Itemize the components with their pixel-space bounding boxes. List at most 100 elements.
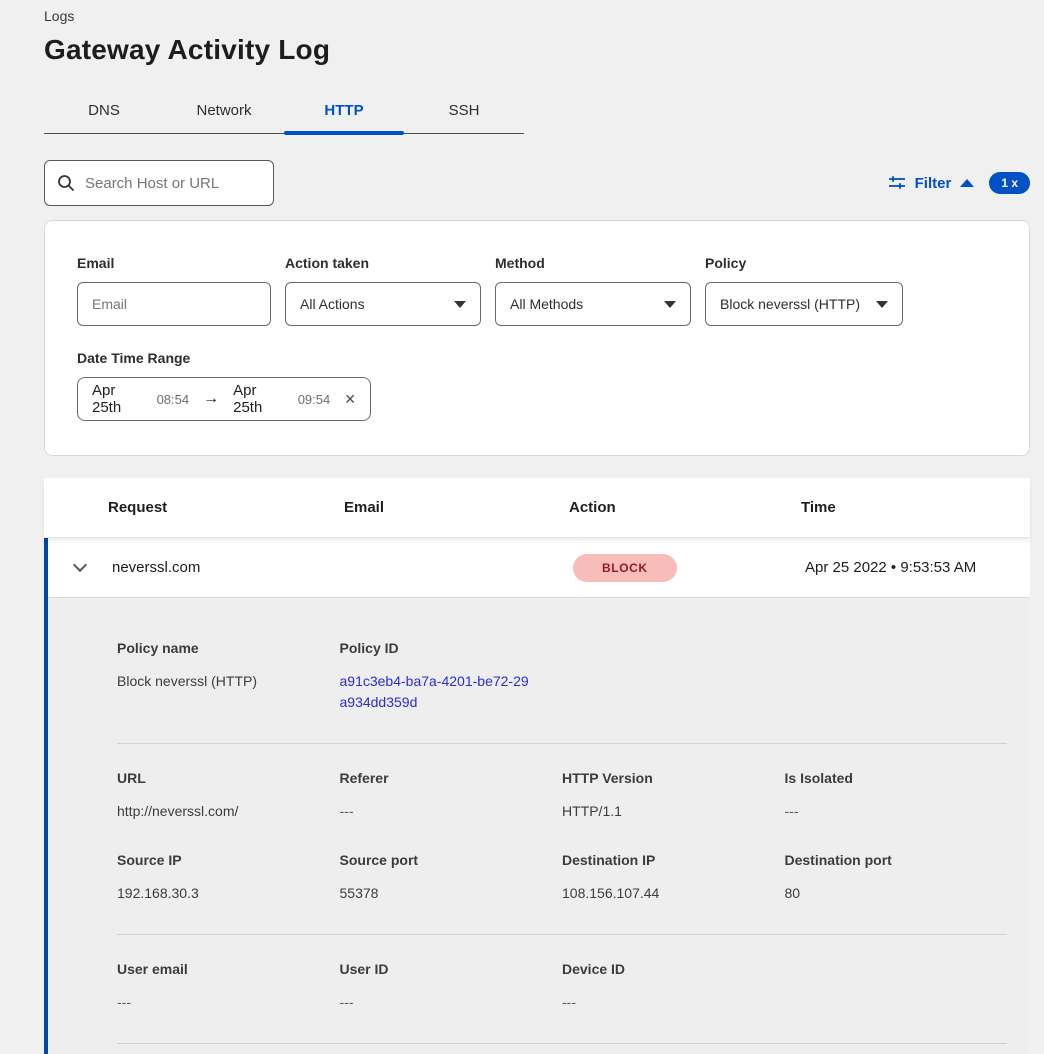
col-header-time: Time — [801, 499, 1030, 516]
date-range-picker[interactable]: Apr 25th 08:54 → Apr 25th 09:54 ✕ — [77, 377, 371, 421]
start-date: Apr 25th — [92, 382, 147, 416]
destination-port-label: Destination port — [785, 852, 1008, 868]
table-header-row: Request Email Action Time — [44, 478, 1030, 538]
search-box[interactable] — [44, 160, 274, 206]
date-time-range-label: Date Time Range — [77, 350, 997, 366]
url-value: http://neverssl.com/ — [117, 801, 340, 822]
http-version-item: HTTP Version HTTP/1.1 — [562, 770, 785, 822]
url-label: URL — [117, 770, 340, 786]
breadcrumb[interactable]: Logs — [44, 8, 1030, 24]
gateway-activity-page: Logs Gateway Activity Log DNS Network HT… — [0, 0, 1044, 1054]
filter-controls: Filter 1 x — [888, 172, 1030, 194]
row-expand-chevron-icon[interactable] — [73, 558, 87, 572]
method-value: All Methods — [510, 296, 583, 312]
device-id-label: Device ID — [562, 961, 785, 977]
tab-dns[interactable]: DNS — [44, 90, 164, 133]
method-label: Method — [495, 255, 691, 271]
expanded-row-container: neverssl.com BLOCK Apr 25 2022 • 9:53:53… — [44, 538, 1030, 1054]
policy-id-item: Policy ID a91c3eb4-ba7a-4201-be72-29a934… — [340, 640, 563, 713]
search-input[interactable] — [85, 175, 255, 192]
col-header-action: Action — [569, 499, 801, 516]
filter-panel: Email Action taken All Actions Method Al… — [44, 220, 1030, 456]
log-type-tabs: DNS Network HTTP SSH — [44, 90, 524, 134]
end-time: 09:54 — [298, 392, 331, 407]
chevron-down-icon — [664, 301, 676, 308]
user-section: User email --- User ID --- Device ID --- — [117, 935, 1007, 1044]
action-taken-value: All Actions — [300, 296, 365, 312]
referer-value: --- — [340, 801, 563, 822]
filter-toggle-button[interactable]: Filter — [915, 175, 952, 192]
search-icon — [57, 174, 75, 192]
chevron-down-icon — [454, 301, 466, 308]
table-row[interactable]: neverssl.com BLOCK Apr 25 2022 • 9:53:53… — [48, 538, 1030, 598]
source-ip-value: 192.168.30.3 — [117, 883, 340, 904]
end-date: Apr 25th — [233, 382, 288, 416]
is-isolated-value: --- — [785, 801, 1008, 822]
policy-id-link[interactable]: a91c3eb4-ba7a-4201-be72-29a934dd359d — [340, 671, 530, 713]
http-version-label: HTTP Version — [562, 770, 785, 786]
row-request: neverssl.com — [112, 559, 348, 576]
col-header-request: Request — [108, 499, 344, 516]
is-isolated-label: Is Isolated — [785, 770, 1008, 786]
action-taken-select[interactable]: All Actions — [285, 282, 481, 326]
collapse-caret-icon[interactable] — [960, 179, 974, 187]
destination-ip-label: Destination IP — [562, 852, 785, 868]
user-id-value: --- — [340, 992, 563, 1013]
clear-date-range-icon[interactable]: ✕ — [344, 391, 356, 408]
policy-field: Policy Block neverssl (HTTP) — [705, 255, 903, 326]
active-filter-count-badge: 1 x — [989, 172, 1030, 194]
source-ip-label: Source IP — [117, 852, 340, 868]
action-taken-field: Action taken All Actions — [285, 255, 481, 326]
policy-id-label: Policy ID — [340, 640, 563, 656]
page-title: Gateway Activity Log — [44, 34, 1030, 66]
method-field: Method All Methods — [495, 255, 691, 326]
email-filter-field: Email — [77, 255, 271, 326]
user-id-item: User ID --- — [340, 961, 563, 1013]
destination-port-item: Destination port 80 — [785, 852, 1008, 904]
row-time: Apr 25 2022 • 9:53:53 AM — [805, 559, 1030, 576]
activity-log-table: Request Email Action Time neverssl.com B… — [44, 478, 1030, 1054]
device-id-item: Device ID --- — [562, 961, 785, 1013]
referer-item: Referer --- — [340, 770, 563, 822]
action-block-badge: BLOCK — [573, 554, 677, 582]
referer-label: Referer — [340, 770, 563, 786]
request-details-section: URL http://neverssl.com/ Referer --- HTT… — [117, 744, 1007, 935]
policy-value: Block neverssl (HTTP) — [720, 296, 860, 312]
is-isolated-item: Is Isolated --- — [785, 770, 1008, 822]
col-header-email: Email — [344, 499, 569, 516]
source-ip-item: Source IP 192.168.30.3 — [117, 852, 340, 904]
chevron-down-icon — [876, 301, 888, 308]
source-port-item: Source port 55378 — [340, 852, 563, 904]
policy-name-label: Policy name — [117, 640, 340, 656]
destination-ip-item: Destination IP 108.156.107.44 — [562, 852, 785, 904]
device-id-value: --- — [562, 992, 785, 1013]
range-arrow-icon: → — [199, 390, 223, 408]
tab-ssh[interactable]: SSH — [404, 90, 524, 133]
destination-ip-value: 108.156.107.44 — [562, 883, 785, 904]
start-time: 08:54 — [157, 392, 190, 407]
tab-http[interactable]: HTTP — [284, 90, 404, 133]
user-email-item: User email --- — [117, 961, 340, 1013]
email-filter-input[interactable] — [92, 296, 256, 312]
policy-name-item: Policy name Block neverssl (HTTP) — [117, 640, 340, 713]
toolbar: Filter 1 x — [44, 160, 1030, 206]
filter-sliders-icon — [888, 175, 906, 191]
source-port-label: Source port — [340, 852, 563, 868]
date-time-range-field: Date Time Range Apr 25th 08:54 → Apr 25t… — [77, 350, 997, 421]
user-id-label: User ID — [340, 961, 563, 977]
policy-label: Policy — [705, 255, 903, 271]
user-email-label: User email — [117, 961, 340, 977]
row-details-panel: Policy name Block neverssl (HTTP) Policy… — [48, 598, 1030, 1054]
user-email-value: --- — [117, 992, 340, 1013]
tab-network[interactable]: Network — [164, 90, 284, 133]
method-select[interactable]: All Methods — [495, 282, 691, 326]
policy-section: Policy name Block neverssl (HTTP) Policy… — [117, 620, 1007, 744]
details-footer: View domain details in Radar → — [117, 1044, 1007, 1054]
http-version-value: HTTP/1.1 — [562, 801, 785, 822]
email-filter-label: Email — [77, 255, 271, 271]
policy-select[interactable]: Block neverssl (HTTP) — [705, 282, 903, 326]
policy-name-value: Block neverssl (HTTP) — [117, 671, 340, 692]
action-taken-label: Action taken — [285, 255, 481, 271]
source-port-value: 55378 — [340, 883, 563, 904]
destination-port-value: 80 — [785, 883, 1008, 904]
